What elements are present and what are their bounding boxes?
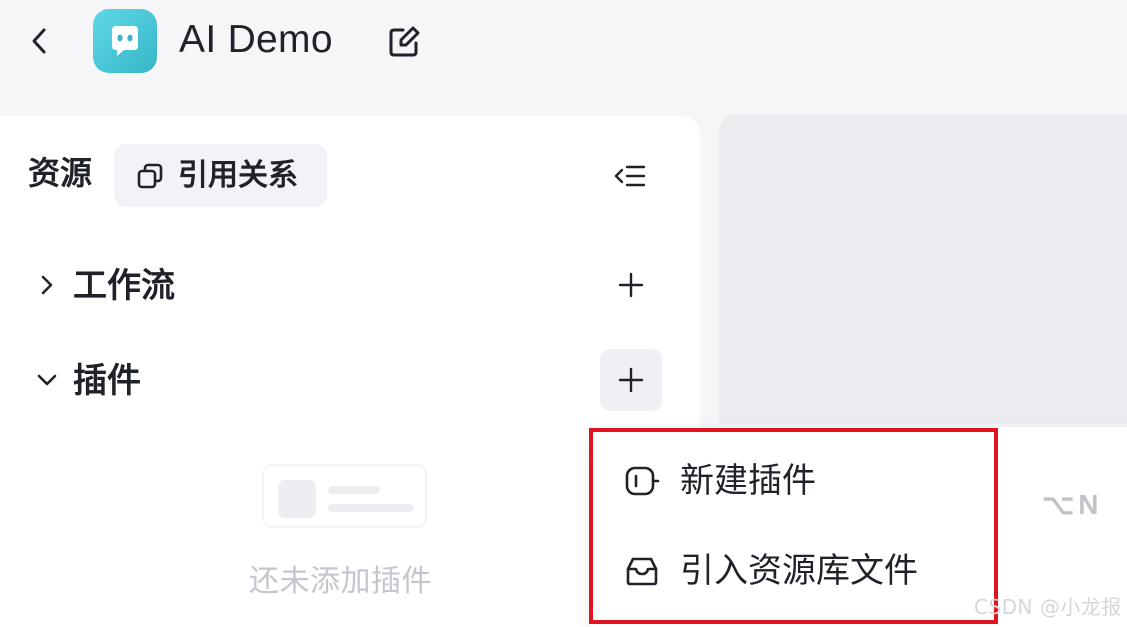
chat-bot-logo-icon [112, 26, 138, 56]
app-logo [93, 9, 157, 73]
app-title: AI Demo [179, 18, 333, 61]
plug-icon [624, 463, 660, 499]
section-plugin-label: 插件 [73, 361, 141, 401]
chevron-right-icon [34, 272, 60, 298]
header: AI Demo [0, 0, 1127, 100]
empty-state-illustration [262, 464, 427, 528]
section-workflow-label: 工作流 [73, 266, 175, 306]
reference-relations-label: 引用关系 [178, 157, 298, 193]
resources-title: 资源 [28, 154, 93, 192]
reference-relations-button[interactable]: 引用关系 [114, 144, 327, 207]
menu-item-import-library-label: 引入资源库文件 [680, 551, 918, 591]
watermark: CSDN @小龙报 [974, 595, 1122, 619]
chevron-down-icon [34, 367, 60, 393]
add-plugin-button[interactable] [600, 349, 662, 411]
edit-title-button[interactable] [384, 22, 424, 62]
canvas-area [719, 114, 1127, 424]
empty-state-text: 还未添加插件 [249, 564, 432, 599]
collapse-list-icon [614, 165, 646, 187]
back-button[interactable] [24, 24, 54, 58]
copy-link-icon [137, 163, 163, 188]
add-workflow-button[interactable] [600, 254, 662, 316]
plus-icon [618, 367, 644, 393]
section-plugin[interactable]: 插件 [0, 349, 700, 413]
app-page: AI Demo 资源 引用关系 工作流 插件 还未添加插件 新建插件 ⌥N 引入… [0, 0, 1127, 627]
collapse-panel-button[interactable] [608, 156, 652, 196]
inbox-icon [624, 553, 660, 589]
section-workflow[interactable]: 工作流 [0, 254, 700, 318]
menu-item-new-plugin-label: 新建插件 [680, 461, 816, 501]
plus-icon [618, 272, 644, 298]
edit-icon [389, 26, 420, 57]
menu-item-new-plugin[interactable]: 新建插件 ⌥N [590, 447, 1110, 520]
shortcut-label: ⌥N [1042, 489, 1103, 520]
chevron-left-icon [32, 28, 46, 54]
